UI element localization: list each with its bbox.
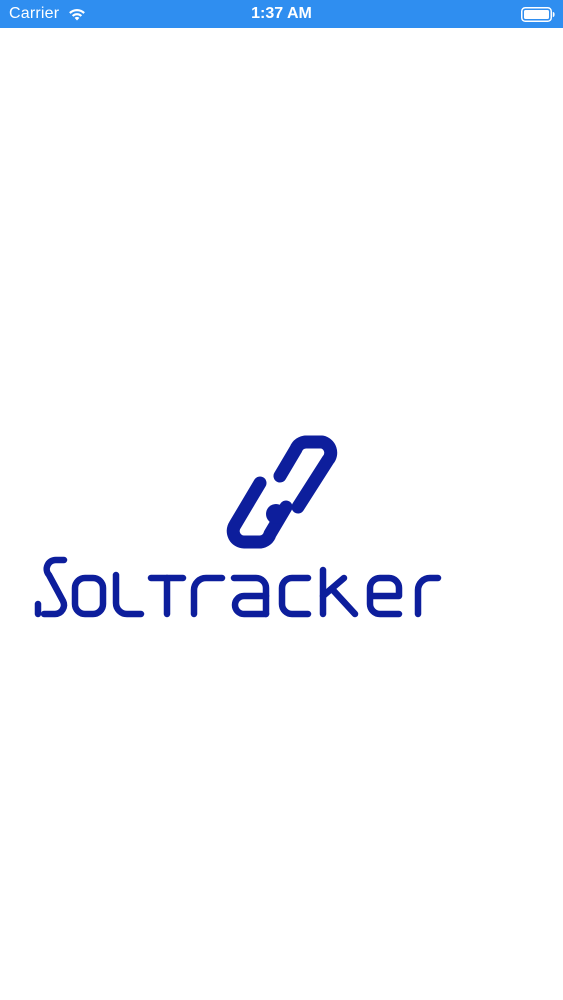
status-bar: Carrier 1:37 AM — [0, 0, 563, 28]
chain-link-center-icon — [266, 504, 286, 524]
logo-wordmark — [34, 556, 442, 618]
battery-icon — [521, 7, 555, 22]
soltracker-logo: SOLTRACKER — [30, 430, 530, 630]
splash-content: SOLTRACKER — [0, 28, 563, 1000]
logo-graphic — [34, 435, 442, 618]
chain-link-icon — [226, 435, 338, 549]
splash-screen: Carrier 1:37 AM SOLTRACKER — [0, 0, 563, 1000]
status-time: 1:37 AM — [251, 5, 312, 22]
